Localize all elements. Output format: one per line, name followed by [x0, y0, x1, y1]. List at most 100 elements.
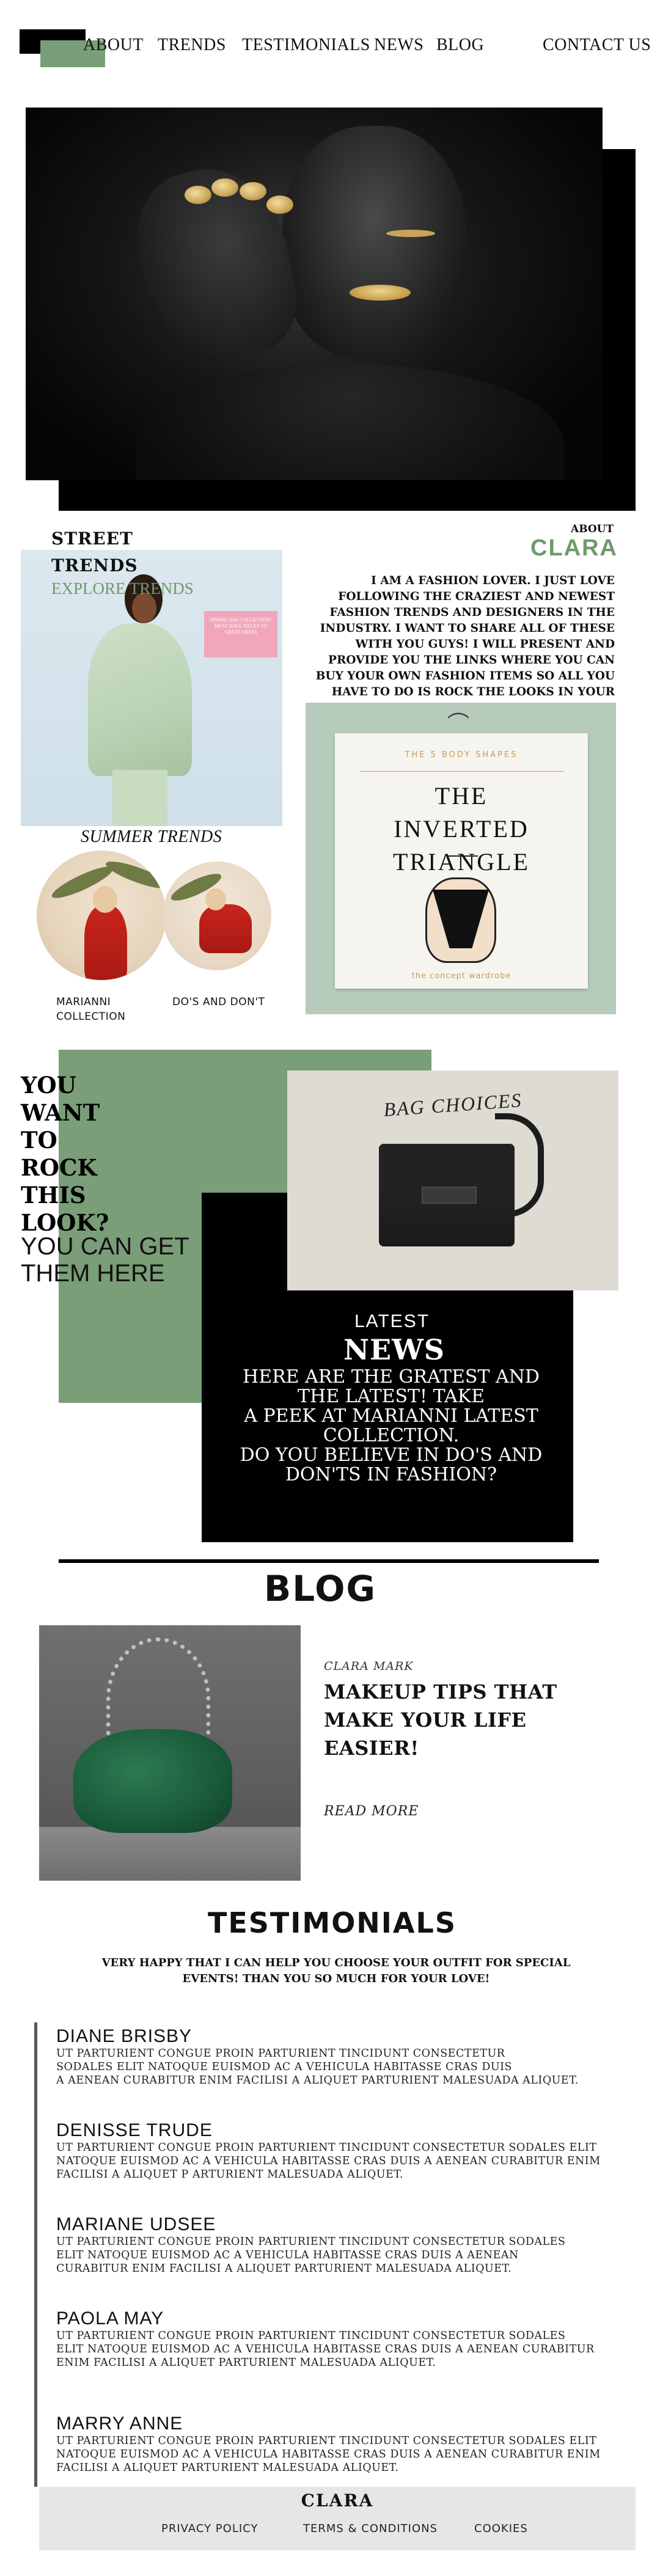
title-line: THE: [435, 782, 488, 810]
testimonial-line: UT PARTURIENT CONGUE PROIN PARTURIENT TI…: [56, 2047, 505, 2060]
bag-buckle: [422, 1187, 477, 1204]
news-latest-label: LATEST: [354, 1311, 430, 1331]
testimonial-name: PAOLA MAY: [56, 2308, 164, 2329]
nav-trends[interactable]: TRENDS TRENDS: [158, 35, 227, 65]
testimonial-body: UT PARTURIENT CONGUE PROIN PARTURIENT TI…: [56, 2235, 643, 2275]
testimonial-body: UT PARTURIENT CONGUE PROIN PARTURIENT TI…: [56, 2047, 643, 2087]
figure-head: [205, 888, 226, 910]
testimonial-line: UT PARTURIENT CONGUE PROIN PARTURIENT TI…: [56, 2142, 597, 2154]
footer-privacy-link[interactable]: PRIVACY POLICY: [161, 2522, 258, 2535]
testimonial-name: MARRY ANNE: [56, 2413, 183, 2434]
testimonial-line: FACILISI A ALIQUET PARTURIENT MALESUADA …: [56, 2462, 399, 2474]
label-line: COLLECTION: [56, 1011, 126, 1023]
testimonial-line: ENIM FACILISI A ALIQUET PARTURIENT MALES…: [56, 2357, 436, 2369]
blog-divider: [59, 1559, 599, 1563]
testimonial-name: MARIANE UDSEE: [56, 2214, 216, 2234]
news-line: A PEEK AT MARIANNI LATEST COLLECTION.: [244, 1405, 538, 1446]
model-coat: [88, 623, 192, 776]
news-text: HERE ARE THE GRATEST AND THE LATEST! TAK…: [232, 1367, 550, 1485]
shape-card-footer: the concept wardrobe: [411, 971, 512, 981]
green-bag: [73, 1729, 232, 1833]
blog-author: CLARA MARK: [324, 1659, 414, 1673]
rock-line: TO: [21, 1127, 57, 1154]
model-legs: [112, 770, 167, 826]
testimonial-line: ELIT NATOQUE EUISMOD AC A VEHICULA HABIT…: [56, 2249, 519, 2261]
rock-look-subtitle[interactable]: YOU CAN GET THEM HERE: [21, 1233, 189, 1287]
testimonial-line: UT PARTURIENT CONGUE PROIN PARTURIENT TI…: [56, 2330, 566, 2342]
summer-trends-title: SUMMER TRENDS: [81, 827, 222, 846]
nav-news[interactable]: NEWS NEWS: [374, 35, 425, 65]
footer-cookies-link[interactable]: COOKIES: [474, 2522, 528, 2535]
testimonial-item: DENISSE TRUDE UT PARTURIENT CONGUE PROIN…: [56, 2120, 643, 2181]
about-text: I AM A FASHION LOVER. I JUST LOVE FOLLOW…: [315, 574, 615, 714]
testimonial-line: A AENEAN CURABITUR ENIM FACILISI A ALIQU…: [56, 2074, 579, 2087]
nav-testimonials[interactable]: TESTIMONIALS TESTIMONIALS: [242, 35, 371, 65]
testimonial-line: UT PARTURIENT CONGUE PROIN PARTURIENT TI…: [56, 2236, 566, 2248]
street-title-line1: STREET: [51, 529, 133, 549]
testimonial-body: UT PARTURIENT CONGUE PROIN PARTURIENT TI…: [56, 2141, 643, 2181]
bag-choices-card[interactable]: BAG CHOICES: [287, 1070, 618, 1290]
nav-blog[interactable]: BLOG BLOG: [436, 35, 485, 65]
dos-and-dont-label[interactable]: DO'S AND DON'T: [172, 995, 265, 1009]
dos-and-dont-image[interactable]: [163, 862, 271, 970]
rock-line: ROCK: [21, 1154, 97, 1181]
marianni-collection-image[interactable]: [37, 851, 166, 980]
rock-sub-line: YOU CAN GET: [21, 1233, 189, 1260]
inverted-triangle-card[interactable]: THE 5 BODY SHAPES THE INVERTED TRIANGLE …: [335, 733, 588, 989]
blog-headline[interactable]: MAKEUP TIPS THAT MAKE YOUR LIFE EASIER!: [324, 1678, 581, 1762]
testimonial-line: NATOQUE EUISMOD AC A VEHICULA HABITASSE …: [56, 2155, 601, 2167]
shape-card-rule: [446, 855, 478, 857]
red-dress-figure: [84, 906, 127, 980]
marianni-collection-label[interactable]: MARIANNI COLLECTION: [56, 995, 125, 1024]
red-dress-figure: [199, 904, 252, 953]
news-title: NEWS: [343, 1333, 445, 1366]
testimonial-item: DIANE BRISBY UT PARTURIENT CONGUE PROIN …: [56, 2026, 643, 2087]
gold-ring: [211, 178, 238, 197]
footer-terms-link[interactable]: TERMS & CONDITIONS: [303, 2522, 438, 2535]
nav-contact-us[interactable]: CONTACT US CONTACT US: [543, 35, 651, 85]
title-line: TRIANGLE: [393, 848, 530, 876]
street-trends-title: STREET TRENDS: [51, 525, 138, 579]
testimonial-item: PAOLA MAY UT PARTURIENT CONGUE PROIN PAR…: [56, 2308, 643, 2369]
about-label: ABOUT: [571, 523, 614, 535]
gold-ring: [185, 186, 211, 204]
blog-post-image[interactable]: [39, 1625, 301, 1881]
rock-look-title: YOU WANT TO ROCK THIS LOOK?: [21, 1072, 109, 1237]
rock-line: THIS: [21, 1182, 86, 1209]
read-more-link[interactable]: READ MORE: [324, 1804, 419, 1819]
testimonial-line: FACILISI A ALIQUET P ARTURIENT MALESUADA…: [56, 2168, 403, 2181]
testimonials-title: TESTIMONIALS: [208, 1906, 457, 1939]
shape-card-kicker: THE 5 BODY SHAPES: [405, 750, 518, 759]
rock-line: YOU: [21, 1072, 76, 1099]
testimonial-body: UT PARTURIENT CONGUE PROIN PARTURIENT TI…: [56, 2434, 643, 2475]
news-line: HERE ARE THE GRATEST AND THE LATEST! TAK…: [243, 1366, 540, 1407]
title-line: INVERTED: [394, 815, 529, 843]
testimonial-line: SODALES ELIT NATOQUE EUISMOD AC A VEHICU…: [56, 2061, 513, 2073]
testimonials-intro: VERY HAPPY THAT I CAN HELP YOU CHOOSE YO…: [101, 1956, 571, 1985]
shape-card-title: THE INVERTED TRIANGLE: [335, 780, 588, 879]
gold-eyelid: [386, 230, 435, 237]
testimonial-line: NATOQUE EUISMOD AC A VEHICULA HABITASSE …: [56, 2448, 601, 2461]
hero-image: [26, 108, 603, 480]
gold-ring: [240, 182, 266, 200]
collection-tag: SPRING 2024 COLLECTION. MUST HAVE PIECES…: [204, 611, 277, 657]
rock-sub-line: THEM HERE: [21, 1260, 165, 1287]
stone-ledge: [39, 1827, 301, 1881]
label-line: DO'S AND DON'T: [172, 996, 265, 1008]
footer: CLARA PRIVACY POLICY TERMS & CONDITIONS …: [39, 2487, 636, 2550]
about-name: CLARA: [530, 535, 618, 561]
testimonial-name: DIANE BRISBY: [56, 2026, 193, 2046]
hero-shoulders: [136, 364, 563, 480]
testimonial-item: MARRY ANNE UT PARTURIENT CONGUE PROIN PA…: [56, 2413, 643, 2475]
explore-trends-link[interactable]: EXPLORE TRENDS: [51, 579, 194, 598]
gold-ring: [266, 196, 293, 214]
nav-about[interactable]: ABOUT ABOUT: [83, 35, 144, 65]
shape-card-divider: [359, 771, 563, 772]
testimonials-rule: [34, 2022, 37, 2487]
street-title-line2: TRENDS: [51, 555, 138, 576]
testimonial-body: UT PARTURIENT CONGUE PROIN PARTURIENT TI…: [56, 2329, 643, 2369]
bag-choices-title: BAG CHOICES: [383, 1089, 523, 1121]
testimonial-item: MARIANE UDSEE UT PARTURIENT CONGUE PROIN…: [56, 2214, 643, 2275]
hero-face: [282, 126, 466, 358]
testimonial-name: DENISSE TRUDE: [56, 2120, 213, 2140]
